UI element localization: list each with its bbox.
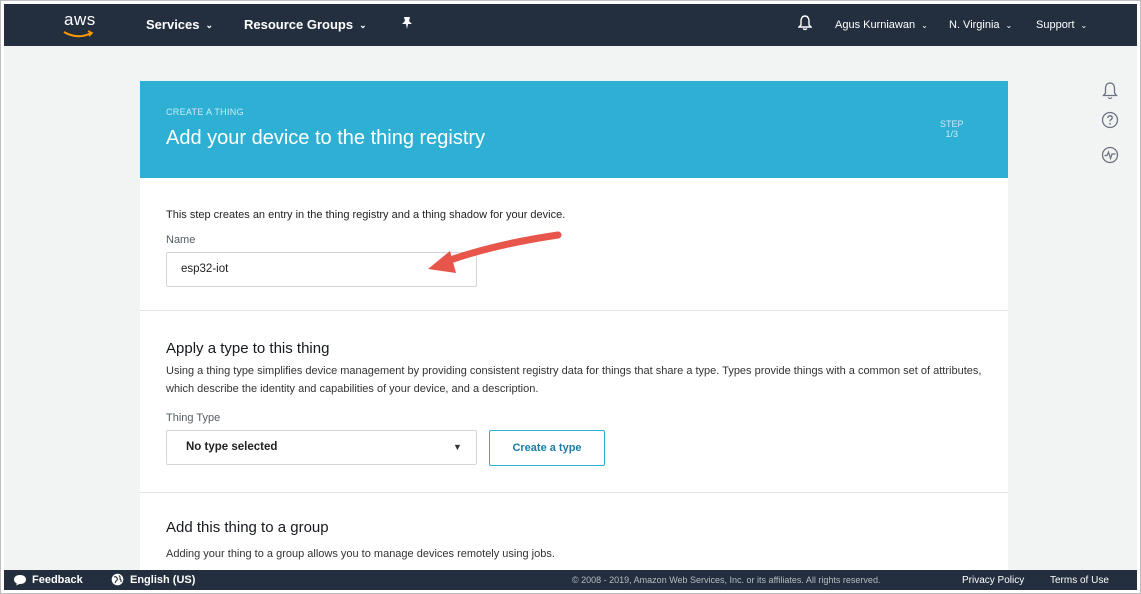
feedback-icon (14, 575, 26, 586)
resource-groups-label: Resource Groups (244, 17, 354, 32)
card-header: CREATE A THING Add your device to the th… (140, 81, 1008, 178)
thing-type-label: Thing Type (166, 412, 221, 424)
notification-icon[interactable] (1101, 81, 1119, 106)
chevron-down-icon: ⌄ (205, 20, 214, 30)
support-menu[interactable]: Support ⌄ (1036, 19, 1087, 31)
type-section: Apply a type to this thing Using a thing… (140, 311, 1008, 493)
copyright-text: © 2008 - 2019, Amazon Web Services, Inc.… (572, 575, 881, 585)
thing-type-selected-value: No type selected (186, 441, 278, 453)
group-section-description: Adding your thing to a group allows you … (166, 548, 555, 560)
bell-icon[interactable] (797, 15, 813, 36)
annotation-arrow (420, 225, 570, 290)
type-section-description: Using a thing type simplifies device man… (166, 365, 982, 395)
globe-icon (111, 573, 124, 586)
group-section-title: Add this thing to a group (166, 519, 329, 536)
help-icon[interactable] (1101, 111, 1119, 134)
registry-intro: This step creates an entry in the thing … (166, 209, 566, 221)
chevron-down-icon: ⌄ (1080, 21, 1088, 30)
chevron-down-icon: ⌄ (1005, 21, 1013, 30)
activity-icon[interactable] (1101, 146, 1119, 169)
chevron-down-icon: ⌄ (921, 21, 928, 30)
aws-smile-icon (63, 30, 94, 38)
aws-logo-text: aws (64, 10, 96, 29)
services-menu[interactable]: Services ⌄ (146, 17, 213, 32)
group-section: Add this thing to a group Adding your th… (140, 493, 1008, 570)
chevron-down-icon: ⌄ (359, 20, 367, 30)
footer: Feedback English (US) © 2008 - 2019, Ama… (4, 570, 1137, 590)
user-name: Agus Kurniawan (835, 19, 916, 31)
step-indicator: STEP 1/3 (940, 119, 964, 139)
thing-type-select[interactable]: No type selected ▼ (166, 430, 477, 465)
support-label: Support (1036, 19, 1075, 31)
registry-section: This step creates an entry in the thing … (140, 178, 1008, 311)
step-value: 1/3 (945, 129, 959, 139)
create-type-button[interactable]: Create a type (489, 430, 605, 466)
feedback-link[interactable]: Feedback (32, 574, 83, 586)
privacy-policy-link[interactable]: Privacy Policy (962, 575, 1024, 586)
region-label: N. Virginia (949, 19, 1000, 31)
aws-logo[interactable]: aws (60, 7, 106, 41)
language-selector[interactable]: English (US) (130, 574, 195, 586)
top-navigation: aws Services ⌄ Resource Groups ⌄ Agus Kurn… (4, 4, 1137, 46)
header-eyebrow: CREATE A THING (166, 107, 244, 117)
services-label: Services (146, 17, 200, 32)
type-section-title: Apply a type to this thing (166, 340, 330, 357)
page-title: Add your device to the thing registry (166, 127, 486, 149)
pin-icon[interactable] (401, 16, 413, 35)
resource-groups-menu[interactable]: Resource Groups ⌄ (244, 17, 367, 32)
create-thing-card: CREATE A THING Add your device to the th… (140, 81, 1008, 570)
name-label: Name (166, 234, 196, 246)
terms-of-use-link[interactable]: Terms of Use (1050, 575, 1109, 586)
region-menu[interactable]: N. Virginia ⌄ (949, 19, 1012, 31)
dropdown-arrow-icon: ▼ (453, 442, 462, 452)
user-menu[interactable]: Agus Kurniawan ⌄ (835, 19, 928, 31)
step-label: STEP (940, 119, 964, 129)
